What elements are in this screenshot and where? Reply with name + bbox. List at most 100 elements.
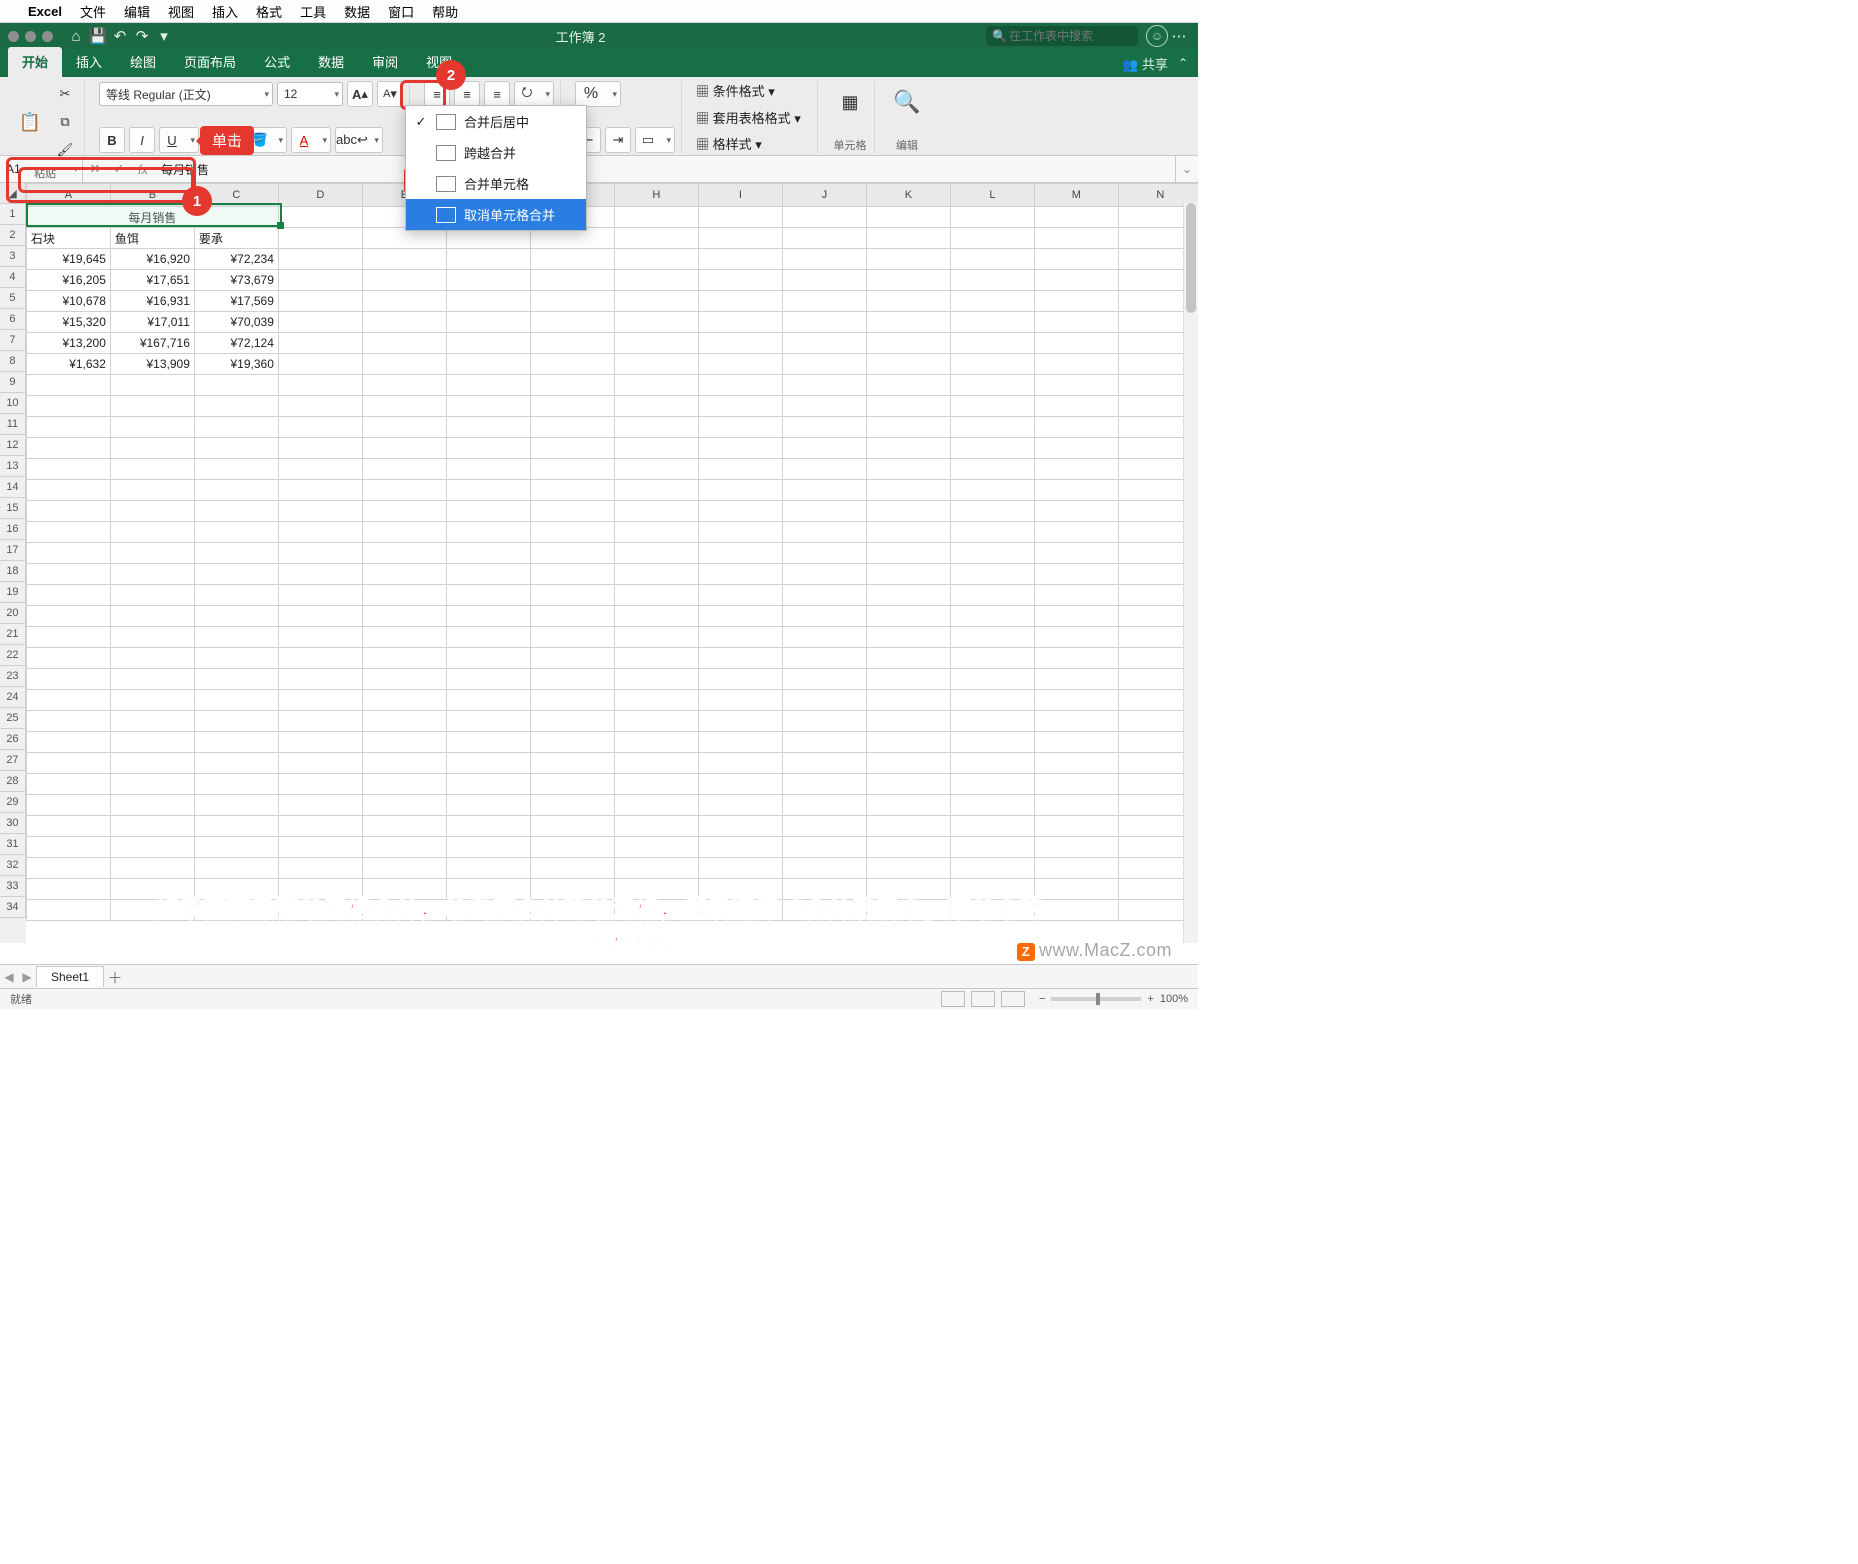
window-controls[interactable] (8, 31, 53, 42)
ribbon-tab-layout[interactable]: 页面布局 (170, 47, 250, 77)
table-row[interactable]: ¥19,645¥16,920¥72,234 (26, 249, 1198, 270)
fx-icon[interactable]: fx (131, 162, 155, 177)
row-header[interactable]: 33 (0, 876, 26, 897)
row-header[interactable]: 34 (0, 897, 26, 918)
table-row[interactable] (26, 774, 1198, 795)
increase-indent-button[interactable]: ⇥ (605, 127, 631, 153)
sheet-search[interactable]: 🔍 (986, 26, 1138, 46)
bold-button[interactable]: B (99, 127, 125, 153)
menu-data[interactable]: 数据 (344, 2, 370, 21)
row-header[interactable]: 31 (0, 834, 26, 855)
table-row[interactable] (26, 669, 1198, 690)
table-row[interactable] (26, 375, 1198, 396)
row-header[interactable]: 7 (0, 330, 26, 351)
font-size-select[interactable]: 12 (277, 82, 343, 106)
zoom-out-icon[interactable]: − (1039, 993, 1045, 1005)
menu-window[interactable]: 窗口 (388, 2, 414, 21)
row-header[interactable]: 10 (0, 393, 26, 414)
menu-tools[interactable]: 工具 (300, 2, 326, 21)
row-header[interactable]: 8 (0, 351, 26, 372)
ribbon-tab-home[interactable]: 开始 (8, 47, 62, 77)
row-header[interactable]: 26 (0, 729, 26, 750)
paste-button[interactable]: 📋 (12, 101, 48, 143)
row-header[interactable]: 19 (0, 582, 26, 603)
table-row[interactable] (26, 585, 1198, 606)
ribbon-tab-formulas[interactable]: 公式 (250, 47, 304, 77)
table-row[interactable] (26, 606, 1198, 627)
unmerge-cells-item[interactable]: 取消单元格合并 (406, 199, 586, 230)
decrease-font-button[interactable]: A▾ (377, 81, 403, 107)
row-headers[interactable]: ◢ 12345678910111213141516171819202122232… (0, 183, 26, 943)
zoom-slider[interactable]: − + 100% (1039, 993, 1188, 1005)
sheet-table[interactable]: ABCDEFGHIJKLMN 每月销售 石块鱼饵要承 ¥19,645¥16,92… (26, 183, 1198, 921)
table-row[interactable] (26, 900, 1198, 921)
table-row[interactable] (26, 858, 1198, 879)
table-format-button[interactable]: ▦ 套用表格格式 ▾ (696, 108, 801, 127)
row-header[interactable]: 23 (0, 666, 26, 687)
column-headers[interactable]: ABCDEFGHIJKLMN (26, 184, 1198, 207)
row-header[interactable]: 29 (0, 792, 26, 813)
table-row[interactable] (26, 879, 1198, 900)
scrollbar-thumb[interactable] (1186, 203, 1196, 313)
table-row[interactable] (26, 837, 1198, 858)
sheet-nav-prev-icon[interactable]: ◀ (0, 970, 18, 984)
menu-edit[interactable]: 编辑 (124, 2, 150, 21)
borders-button[interactable]: ▦ (203, 127, 243, 153)
user-avatar-icon[interactable]: ☺ (1146, 25, 1168, 47)
cell-styles-button[interactable]: ▦ 格样式 ▾ (696, 134, 762, 153)
table-row[interactable] (26, 396, 1198, 417)
zoom-value[interactable]: 100% (1160, 993, 1188, 1005)
row-header[interactable]: 22 (0, 645, 26, 666)
table-row[interactable] (26, 690, 1198, 711)
grid[interactable]: ◢ 12345678910111213141516171819202122232… (0, 183, 1198, 943)
align-middle-button[interactable]: ≡ (454, 81, 480, 107)
cancel-icon[interactable]: ✕ (83, 161, 107, 177)
menu-insert[interactable]: 插入 (212, 2, 238, 21)
row-header[interactable]: 13 (0, 456, 26, 477)
formula-input[interactable]: 每月销售 (155, 161, 1175, 178)
table-row[interactable] (26, 564, 1198, 585)
menu-file[interactable]: 文件 (80, 2, 106, 21)
vertical-scrollbar[interactable] (1183, 203, 1198, 943)
increase-font-button[interactable]: A▴ (347, 81, 373, 107)
table-row[interactable] (26, 501, 1198, 522)
sheet-body[interactable]: 每月销售 石块鱼饵要承 ¥19,645¥16,920¥72,234¥16,205… (26, 207, 1198, 921)
sheet-tab-1[interactable]: Sheet1 (36, 966, 104, 987)
row-header[interactable]: 28 (0, 771, 26, 792)
share-button[interactable]: 👥 共享 (1122, 54, 1168, 73)
table-row[interactable]: ¥10,678¥16,931¥17,569 (26, 291, 1198, 312)
row-header[interactable]: 15 (0, 498, 26, 519)
merge-center-item[interactable]: ✓合并后居中 (406, 106, 586, 137)
wrap-text-button[interactable]: abc↩ (335, 127, 383, 153)
row-header[interactable]: 1 (0, 204, 26, 225)
table-row[interactable]: ¥1,632¥13,909¥19,360 (26, 354, 1198, 375)
row-header[interactable]: 17 (0, 540, 26, 561)
cond-format-button[interactable]: ▦ 条件格式 ▾ (696, 81, 775, 100)
ribbon-tab-insert[interactable]: 插入 (62, 47, 116, 77)
titlebar-more-icon[interactable]: ⋯ (1168, 27, 1190, 45)
row-header[interactable]: 27 (0, 750, 26, 771)
font-name-select[interactable]: 等线 Regular (正文) (99, 82, 273, 106)
search-input[interactable] (1007, 28, 1132, 44)
cut-icon[interactable]: ✂ (52, 81, 78, 107)
row-header[interactable]: 14 (0, 477, 26, 498)
undo-icon[interactable]: ↶ (109, 27, 131, 45)
table-row[interactable] (26, 459, 1198, 480)
merge-across-item[interactable]: 跨越合并 (406, 137, 586, 168)
row-header[interactable]: 21 (0, 624, 26, 645)
table-row[interactable]: ¥15,320¥17,011¥70,039 (26, 312, 1198, 333)
select-all-corner[interactable]: ◢ (0, 183, 26, 204)
zoom-track[interactable] (1051, 997, 1141, 1001)
percent-style-button[interactable]: % (575, 81, 621, 107)
table-row[interactable] (26, 522, 1198, 543)
row-header[interactable]: 20 (0, 603, 26, 624)
underline-button[interactable]: U (159, 127, 199, 153)
collapse-ribbon-icon[interactable]: ⌃ (1178, 56, 1188, 70)
font-color-button[interactable]: A (291, 127, 331, 153)
row-header[interactable]: 9 (0, 372, 26, 393)
sheet-nav-next-icon[interactable]: ▶ (18, 970, 36, 984)
fill-color-button[interactable]: 🪣 (247, 127, 287, 153)
row-header[interactable]: 30 (0, 813, 26, 834)
row-header[interactable]: 5 (0, 288, 26, 309)
confirm-icon[interactable]: ✓ (107, 161, 131, 177)
